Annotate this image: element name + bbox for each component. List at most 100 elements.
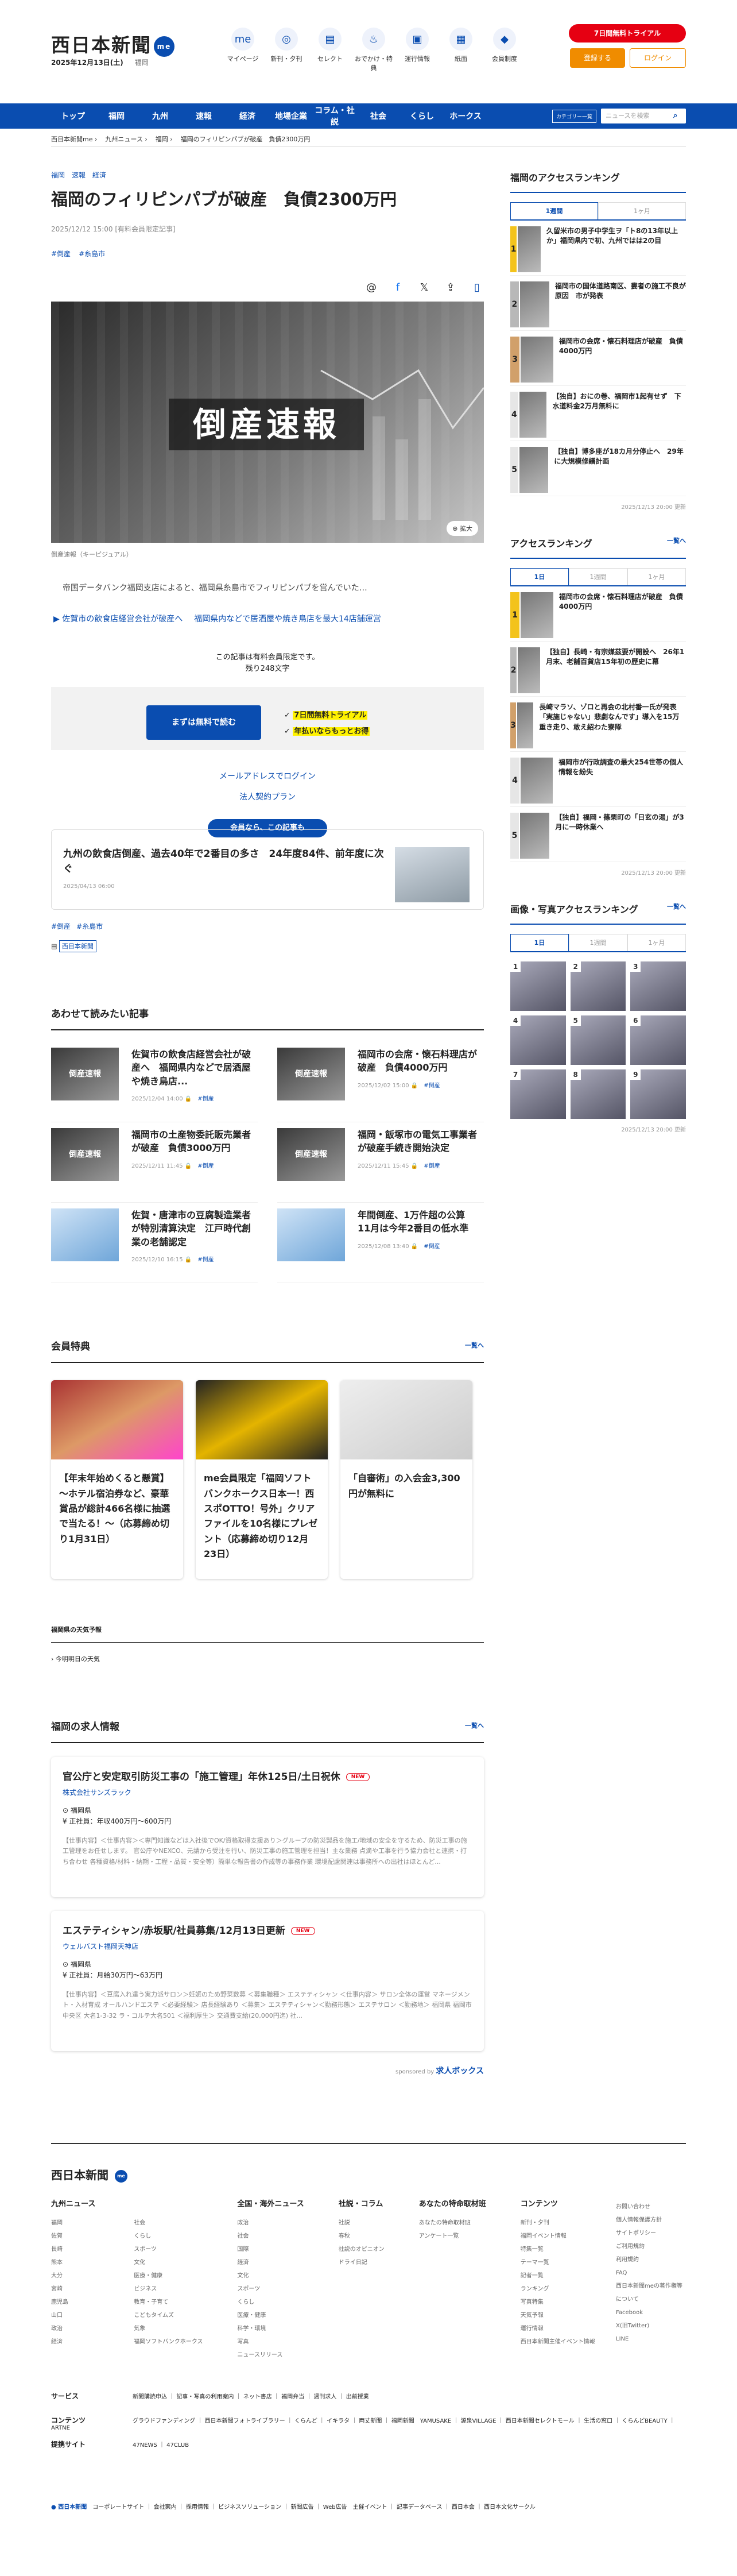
recommend-item[interactable]: 倒産速報 福岡市の会席・懐石料理店が破産 負債4000万円 2025/12/02 1… bbox=[277, 1042, 484, 1123]
tag-link[interactable]: #倒産 bbox=[51, 922, 71, 930]
gnav-item[interactable]: 地場企業 bbox=[269, 110, 313, 122]
recommend-tag[interactable]: #倒産 bbox=[424, 1083, 440, 1089]
footer-link[interactable]: 佐賀 bbox=[51, 2230, 120, 2243]
footer-side-link[interactable]: ご利用規約 bbox=[616, 2240, 686, 2253]
footer-link[interactable]: 鹿児島 bbox=[51, 2296, 120, 2309]
gnav-item[interactable]: 福岡 bbox=[95, 110, 138, 122]
ranking-item[interactable]: 3 長崎マラソ、ゾロと再会の北村番一氏が発表「実施じゃない」悲劇なんです」導入を1… bbox=[510, 697, 686, 752]
ranking-item[interactable]: 5 【独自】博多座が18カ月分停止へ 29年に大規模修繕計画 bbox=[510, 441, 686, 496]
recommend-item[interactable]: 年間倒産、1万件超の公算 11月は今年2番目の低水準 2025/12/08 13:… bbox=[277, 1203, 484, 1284]
footer-column-heading[interactable]: コンテンツ bbox=[521, 2197, 595, 2208]
header-nav-item[interactable]: me マイページ bbox=[223, 28, 262, 72]
benefit-card[interactable]: me会員限定「福岡ソフトバンクホークス日本一！西スポOTTO！号外」クリアファイ… bbox=[196, 1380, 328, 1579]
footer-link[interactable]: 長崎 bbox=[51, 2243, 120, 2256]
photo-ranking-item[interactable]: 1 bbox=[510, 961, 566, 1011]
photo-ranking-item[interactable]: 4 bbox=[510, 1015, 566, 1065]
gnav-item[interactable]: コラム・社説 bbox=[313, 105, 356, 128]
footer-column-heading[interactable]: 社説・コラム bbox=[339, 2197, 385, 2208]
tab-month[interactable]: 1ヶ月 bbox=[627, 934, 686, 951]
recommend-item[interactable]: 倒産速報 福岡市の土産物委託販売業者が破産 負債3000万円 2025/12/11 … bbox=[51, 1122, 258, 1203]
footer-link[interactable]: スポーツ bbox=[134, 2243, 203, 2256]
recommend-tag[interactable]: #倒産 bbox=[424, 1163, 440, 1169]
footer-side-link[interactable]: LINE bbox=[616, 2332, 686, 2346]
gnav-item[interactable]: 社会 bbox=[356, 110, 400, 122]
footer-link[interactable]: 熊本 bbox=[51, 2256, 120, 2269]
footer-side-link[interactable]: サイトポリシー bbox=[616, 2227, 686, 2240]
footer-link[interactable]: 西日本新聞主催イベント情報 bbox=[521, 2335, 595, 2349]
gnav-item[interactable]: 速報 bbox=[182, 110, 226, 122]
footer-side-link[interactable]: X(旧Twitter) bbox=[616, 2319, 686, 2332]
footer-link[interactable]: 新刊・夕刊 bbox=[521, 2216, 595, 2230]
footer-link[interactable]: 福岡 bbox=[51, 2216, 120, 2230]
header-nav-item[interactable]: ◆ 会員制度 bbox=[485, 28, 524, 72]
footer-side-link[interactable]: 利用規約 bbox=[616, 2253, 686, 2266]
hero-image[interactable]: 倒産速報 ⊕ 拡大 bbox=[51, 301, 484, 543]
photo-ranking-item[interactable]: 3 bbox=[630, 961, 686, 1011]
email-login-link[interactable]: メールアドレスでログイン bbox=[51, 766, 484, 787]
footer-row-links[interactable]: グラウドファンディング ｜ 西日本新聞フォトライブラリー ｜ くらんど ｜ イキ… bbox=[51, 2418, 675, 2431]
gnav-item[interactable]: 経済 bbox=[226, 110, 269, 122]
footer-link[interactable]: 大分 bbox=[51, 2269, 120, 2283]
corporate-plan-link[interactable]: 法人契約プラン bbox=[51, 787, 484, 808]
gnav-item[interactable]: 九州 bbox=[138, 110, 182, 122]
header-nav-item[interactable]: ▦ 紙面 bbox=[441, 28, 480, 72]
photo-ranking-item[interactable]: 7 bbox=[510, 1069, 566, 1119]
ranking-item[interactable]: 5 【独自】福岡・篠栗町の「日玄の湯」が3月に一時休業へ bbox=[510, 807, 686, 862]
footer-link[interactable]: くらし bbox=[237, 2296, 304, 2309]
footer-link[interactable]: ランキング bbox=[521, 2283, 595, 2296]
footer-link[interactable]: 特集一覧 bbox=[521, 2243, 595, 2256]
share-icon[interactable]: ⇪ bbox=[444, 281, 457, 293]
search-input[interactable]: ニュースを検索 ⌕ bbox=[601, 109, 686, 123]
tab-day[interactable]: 1日 bbox=[510, 568, 569, 585]
footer-link[interactable]: ニュースリリース bbox=[237, 2349, 304, 2362]
ranking-item[interactable]: 2 福岡市の国体道路南区、婁者の施工不良が原因 市が発表 bbox=[510, 276, 686, 331]
threads-icon[interactable]: @ bbox=[364, 281, 378, 293]
category-list-button[interactable]: カテゴリー一覧 bbox=[552, 109, 596, 123]
photo-ranking-item[interactable]: 8 bbox=[570, 1069, 626, 1119]
footer-side-link[interactable]: お問い合わせ bbox=[616, 2200, 686, 2214]
breadcrumb-item[interactable]: 九州ニュース › bbox=[105, 136, 147, 143]
benefit-card[interactable]: 「自審術」の入会金3,300円が無料に bbox=[340, 1380, 472, 1579]
footer-link[interactable]: 政治 bbox=[237, 2216, 304, 2230]
trial-button[interactable]: 7日間無料トライアル bbox=[569, 24, 686, 43]
footer-side-link[interactable]: FAQ bbox=[616, 2266, 686, 2280]
footer-link[interactable]: 国際 bbox=[237, 2243, 304, 2256]
footer-link[interactable]: 経済 bbox=[237, 2256, 304, 2269]
benefit-card[interactable]: 【年末年始めくると懸賞】～ホテル宿泊券など、豪華賞品が総計466名様に抽選で当た… bbox=[51, 1380, 183, 1579]
ranking-item[interactable]: 2 【独自】長崎・有宗媒茲要が開設へ 26年1月末、老舗百貨店15年初の歴史に幕 bbox=[510, 642, 686, 697]
tag-link[interactable]: 経済 bbox=[92, 171, 106, 179]
footer-link[interactable]: 宮崎 bbox=[51, 2283, 120, 2296]
footer-link[interactable]: こどもタイムズ bbox=[134, 2309, 203, 2322]
weather-link[interactable]: › 今明明日の天気 bbox=[51, 1654, 484, 1663]
footer-link[interactable]: 医療・健康 bbox=[134, 2269, 203, 2283]
tab-month[interactable]: 1ヶ月 bbox=[627, 568, 686, 585]
footer-link[interactable]: 写真 bbox=[237, 2335, 304, 2349]
footer-link[interactable]: 写真特集 bbox=[521, 2296, 595, 2309]
breadcrumb-item[interactable]: 福岡 › bbox=[156, 136, 173, 143]
benefits-more-link[interactable]: 一覧へ bbox=[465, 1341, 484, 1350]
ranking-item[interactable]: 4 【独自】おにの巻、福岡市1起有せず 下水道料金2万月無料に bbox=[510, 386, 686, 441]
footer-link[interactable]: 社会 bbox=[237, 2230, 304, 2243]
login-button[interactable]: ログイン bbox=[630, 48, 686, 68]
footer-link[interactable]: 教育・子育て bbox=[134, 2296, 203, 2309]
footer-link[interactable]: 気象 bbox=[134, 2322, 203, 2335]
recommend-item[interactable]: 倒産速報 佐賀市の飲食店経営会社が破産へ 福岡県内などで居酒屋や焼き鳥店... 20… bbox=[51, 1042, 258, 1123]
tab-week[interactable]: 1週間 bbox=[569, 568, 627, 585]
tag-link[interactable]: #糸島市 bbox=[76, 922, 103, 930]
photo-more-link[interactable]: 一覧へ bbox=[667, 902, 686, 911]
footer-column-heading[interactable]: あなたの特命取材班 bbox=[419, 2197, 486, 2208]
footer-link[interactable]: 春秋 bbox=[339, 2230, 385, 2243]
tab-day[interactable]: 1日 bbox=[510, 934, 569, 951]
footer-link[interactable]: ドライ日記 bbox=[339, 2256, 385, 2269]
related-link[interactable]: 福岡県内などで居酒屋や焼き鳥店を最大14店舗運営 bbox=[194, 615, 381, 624]
footer-link[interactable]: テーマ一覧 bbox=[521, 2256, 595, 2269]
recommend-item[interactable]: 佐賀・唐津市の豆腐製造業者が特別清算決定 江戸時代創業の老舗認定 2025/12/… bbox=[51, 1203, 258, 1284]
gnav-item[interactable]: ホークス bbox=[444, 110, 487, 122]
footer-link[interactable]: 社説のオピニオン bbox=[339, 2243, 385, 2256]
footer-side-link[interactable]: 個人情報保護方針 bbox=[616, 2214, 686, 2227]
photo-ranking-item[interactable]: 5 bbox=[570, 1015, 626, 1065]
jobs-more-link[interactable]: 一覧へ bbox=[465, 1721, 484, 1730]
enlarge-button[interactable]: ⊕ 拡大 bbox=[447, 520, 478, 536]
footer-link[interactable]: あなたの特命取材班 bbox=[419, 2216, 486, 2230]
footer-row-links[interactable]: 47NEWS ｜ 47CLUB bbox=[133, 2442, 189, 2448]
